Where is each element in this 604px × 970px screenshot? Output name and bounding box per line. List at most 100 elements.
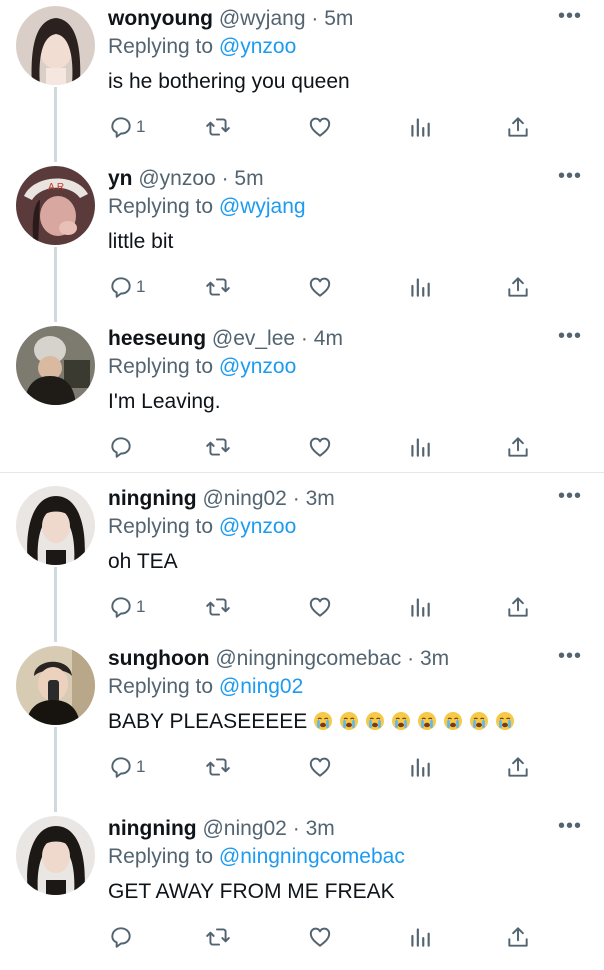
user-handle[interactable]: @ning02 [202, 487, 286, 510]
crying-face-emoji [444, 712, 463, 730]
like-button[interactable] [307, 432, 333, 462]
more-options-icon[interactable]: ••• [558, 6, 582, 26]
share-button[interactable] [505, 272, 531, 302]
crying-face-emoji [470, 712, 489, 730]
display-name[interactable]: yn [108, 167, 133, 190]
like-button[interactable] [307, 112, 333, 142]
timestamp[interactable]: 3m [306, 487, 335, 510]
display-name[interactable]: wonyoung [108, 7, 213, 30]
reply-button[interactable] [108, 432, 136, 462]
crying-face-emoji [418, 712, 437, 730]
tweet[interactable]: A R yn @ynzoo · 5m ••• Replying to @wyja… [0, 160, 604, 320]
retweet-button[interactable] [205, 752, 231, 782]
reply-icon [111, 927, 131, 948]
display-name[interactable]: ningning [108, 817, 197, 840]
replying-to: Replying to @ynzoo [108, 354, 296, 380]
reply-button[interactable]: 1 [108, 272, 145, 302]
like-icon [309, 437, 331, 457]
share-button[interactable] [505, 112, 531, 142]
reply-thread: wonyoung @wyjang · 5m ••• Replying to @y… [0, 0, 604, 960]
more-options-icon[interactable]: ••• [558, 486, 582, 506]
reply-button[interactable]: 1 [108, 112, 145, 142]
share-button[interactable] [505, 922, 531, 952]
timestamp[interactable]: 5m [324, 7, 353, 30]
like-icon [309, 117, 331, 137]
avatar-ningning[interactable] [16, 816, 95, 895]
emoji-row [307, 710, 515, 733]
user-handle[interactable]: @ynzoo [138, 167, 215, 190]
like-button[interactable] [307, 272, 333, 302]
timestamp[interactable]: 5m [234, 167, 263, 190]
display-name[interactable]: heeseung [108, 327, 206, 350]
reply-button[interactable]: 1 [108, 592, 145, 622]
share-button[interactable] [505, 432, 531, 462]
retweet-icon [206, 928, 230, 946]
views-button[interactable] [407, 272, 433, 302]
tweet[interactable]: wonyoung @wyjang · 5m ••• Replying to @y… [0, 0, 604, 160]
views-button[interactable] [407, 592, 433, 622]
crying-face-emoji [314, 712, 333, 730]
replying-to: Replying to @ynzoo [108, 514, 296, 540]
reply-button[interactable]: 1 [108, 752, 145, 782]
tweet-header: ningning @ning02 · 3m [108, 816, 335, 842]
more-options-icon[interactable]: ••• [558, 166, 582, 186]
tweet[interactable]: sunghoon @ningningcomebac · 3m ••• Reply… [0, 640, 604, 800]
replying-to-link[interactable]: @ynzoo [219, 355, 296, 378]
share-icon [508, 927, 528, 947]
timestamp[interactable]: 4m [314, 327, 343, 350]
share-button[interactable] [505, 752, 531, 782]
avatar-wonyoung[interactable] [16, 6, 95, 85]
crying-face-emoji [340, 712, 359, 730]
user-handle[interactable]: @wyjang [219, 7, 306, 30]
more-options-icon[interactable]: ••• [558, 326, 582, 346]
replying-to: Replying to @ning02 [108, 674, 303, 700]
tweet[interactable]: heeseung @ev_lee · 4m ••• Replying to @y… [0, 320, 604, 480]
more-options-icon[interactable]: ••• [558, 646, 582, 666]
user-handle[interactable]: @ningningcomebac [215, 647, 401, 670]
replying-to: Replying to @ningningcomebac [108, 844, 405, 870]
views-button[interactable] [407, 112, 433, 142]
views-button[interactable] [407, 922, 433, 952]
tweet[interactable]: ningning @ning02 · 3m ••• Replying to @y… [0, 480, 604, 640]
display-name[interactable]: sunghoon [108, 647, 209, 670]
tweet-text: I'm Leaving. [108, 390, 221, 413]
timestamp[interactable]: 3m [420, 647, 449, 670]
retweet-button[interactable] [205, 112, 231, 142]
avatar-ningning[interactable] [16, 486, 95, 565]
share-button[interactable] [505, 592, 531, 622]
tweet-header: sunghoon @ningningcomebac · 3m [108, 646, 449, 672]
reply-icon [111, 117, 131, 138]
retweet-button[interactable] [205, 922, 231, 952]
views-button[interactable] [407, 752, 433, 782]
separator: · [300, 327, 308, 350]
replying-to-link[interactable]: @wyjang [219, 195, 306, 218]
crying-face-emoji [366, 712, 385, 730]
more-options-icon[interactable]: ••• [558, 816, 582, 836]
views-button[interactable] [407, 432, 433, 462]
retweet-button[interactable] [205, 432, 231, 462]
separator: · [292, 817, 300, 840]
tweet-text: BABY PLEASEEEEE [108, 708, 515, 736]
replying-to-link[interactable]: @ningningcomebac [219, 845, 405, 868]
timestamp[interactable]: 3m [306, 817, 335, 840]
replying-to-link[interactable]: @ynzoo [219, 35, 296, 58]
user-handle[interactable]: @ev_lee [212, 327, 295, 350]
retweet-button[interactable] [205, 272, 231, 302]
avatar-heeseung[interactable] [16, 326, 95, 405]
user-handle[interactable]: @ning02 [202, 817, 286, 840]
reply-count: 1 [136, 277, 146, 296]
views-icon [411, 758, 430, 777]
like-button[interactable] [307, 922, 333, 952]
like-button[interactable] [307, 592, 333, 622]
replying-to-link[interactable]: @ning02 [219, 675, 303, 698]
like-button[interactable] [307, 752, 333, 782]
retweet-icon [206, 278, 230, 296]
display-name[interactable]: ningning [108, 487, 197, 510]
tweet[interactable]: ningning @ning02 · 3m ••• Replying to @n… [0, 810, 604, 970]
replying-to: Replying to @ynzoo [108, 34, 296, 60]
retweet-button[interactable] [205, 592, 231, 622]
avatar-sunghoon[interactable] [16, 646, 95, 725]
avatar-yn[interactable]: A R [16, 166, 95, 245]
reply-button[interactable] [108, 922, 136, 952]
replying-to-link[interactable]: @ynzoo [219, 515, 296, 538]
